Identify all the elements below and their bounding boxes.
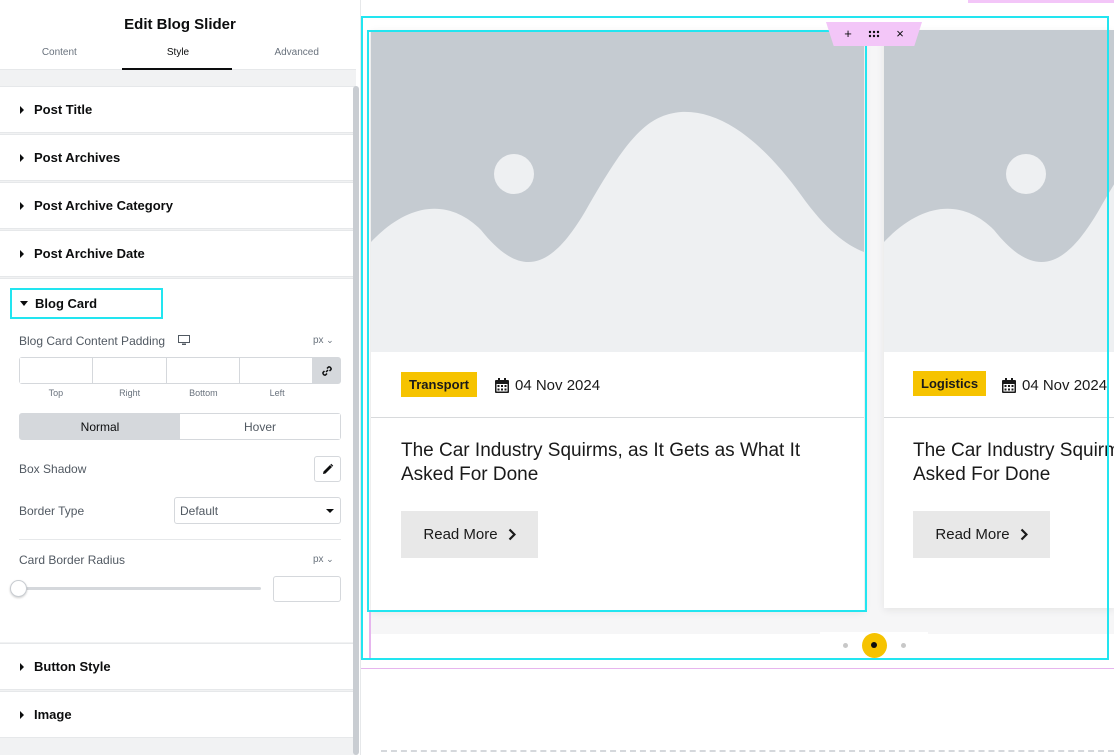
section-post-archive-date[interactable]: Post Archive Date <box>0 230 356 277</box>
tab-content[interactable]: Content <box>0 44 119 69</box>
close-icon[interactable]: × <box>893 27 907 41</box>
section-label: Blog Card <box>35 296 98 311</box>
section-blog-card[interactable]: Blog Card <box>10 288 163 319</box>
panel-title: Edit Blog Slider <box>124 15 236 33</box>
border-radius-label: Card Border Radius <box>19 553 126 567</box>
section-label: Post Archive Category <box>34 198 173 213</box>
caret-right-icon <box>20 201 24 210</box>
padding-left-input[interactable] <box>239 358 313 383</box>
label-bottom: Bottom <box>189 388 218 398</box>
drag-handle-icon[interactable] <box>867 27 881 41</box>
link-values-button[interactable] <box>313 358 340 383</box>
box-shadow-label: Box Shadow <box>19 462 87 476</box>
plus-icon[interactable]: + <box>841 27 855 41</box>
section-label: Post Archive Date <box>34 246 145 261</box>
section-label: Button Style <box>34 659 111 674</box>
section-highlight-bar <box>968 0 1114 3</box>
caret-right-icon <box>20 710 24 719</box>
label-top: Top <box>48 388 64 398</box>
state-normal-tab[interactable]: Normal <box>20 414 180 439</box>
caret-right-icon <box>20 662 24 671</box>
pagination-dot[interactable] <box>842 642 848 648</box>
section-label: Image <box>34 707 72 722</box>
tab-advanced[interactable]: Advanced <box>237 44 356 69</box>
editor-panel: Edit Blog Slider Content Style Advanced … <box>0 0 361 755</box>
padding-unit-select[interactable]: px <box>313 335 334 346</box>
padding-right-input[interactable] <box>93 358 167 383</box>
section-post-archive-category[interactable]: Post Archive Category <box>0 182 356 229</box>
padding-bottom-input[interactable] <box>166 358 240 383</box>
border-radius-slider-track[interactable] <box>19 587 261 590</box>
caret-right-icon <box>20 153 24 162</box>
border-type-value: Default <box>180 503 219 518</box>
slider-pagination <box>820 632 928 658</box>
section-post-title[interactable]: Post Title <box>0 86 356 133</box>
section-label: Post Archives <box>34 150 121 165</box>
label-right: Right <box>119 388 141 398</box>
padding-side-labels: Top Right Bottom Left <box>19 388 314 398</box>
caret-right-icon <box>20 105 24 114</box>
add-section-dropzone[interactable] <box>381 750 1114 755</box>
section-post-archives[interactable]: Post Archives <box>0 134 356 181</box>
section-label: Post Title <box>34 102 93 117</box>
state-hover-tab[interactable]: Hover <box>180 414 340 439</box>
border-radius-slider-handle[interactable] <box>10 580 27 597</box>
border-radius-input[interactable] <box>273 576 341 602</box>
section-outline <box>361 668 1114 669</box>
chevron-down-icon <box>326 509 334 513</box>
panel-scrollbar[interactable] <box>353 86 359 755</box>
caret-down-icon <box>20 301 28 306</box>
desktop-icon[interactable] <box>178 335 190 346</box>
card-selection-outline <box>367 30 867 612</box>
pencil-icon <box>322 463 333 474</box>
panel-tabs: Content Style Advanced <box>0 44 356 70</box>
padding-label: Blog Card Content Padding <box>19 334 166 348</box>
label-left: Left <box>269 388 285 398</box>
pagination-dot[interactable] <box>900 642 906 648</box>
caret-right-icon <box>20 249 24 258</box>
link-icon <box>321 365 332 376</box>
divider <box>19 539 341 540</box>
section-toolbar: + × <box>826 22 922 46</box>
section-button-style[interactable]: Button Style <box>0 643 356 690</box>
border-type-label: Border Type <box>19 504 85 518</box>
box-shadow-edit-button[interactable] <box>314 456 341 482</box>
pagination-dot-active[interactable] <box>861 632 887 658</box>
padding-top-input[interactable] <box>20 358 94 383</box>
border-type-select[interactable]: Default <box>174 497 341 524</box>
border-radius-unit-select[interactable]: px <box>313 554 334 565</box>
padding-dimensions <box>19 357 341 384</box>
tab-style[interactable]: Style <box>119 44 238 70</box>
state-toggle: Normal Hover <box>19 413 341 440</box>
section-image[interactable]: Image <box>0 691 356 738</box>
